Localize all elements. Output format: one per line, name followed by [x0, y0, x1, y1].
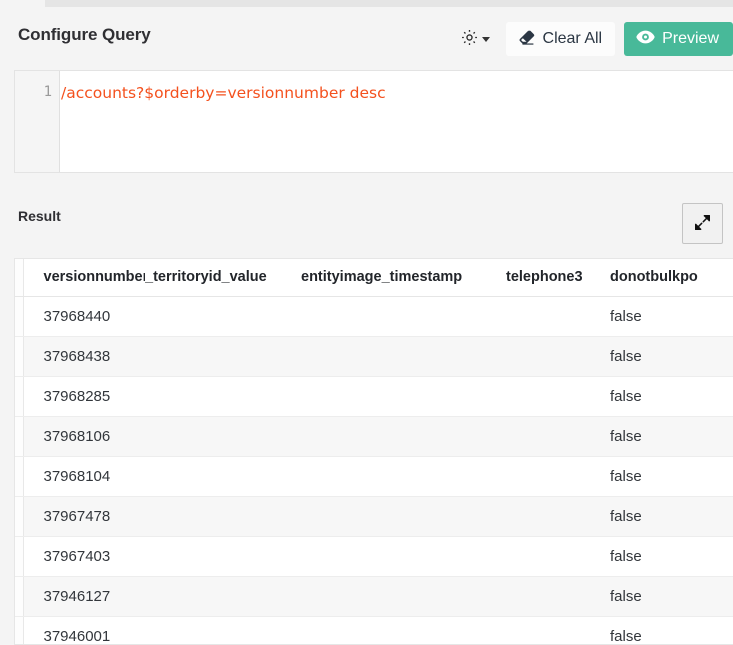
cell-donotbulkpostalmail: false: [610, 576, 733, 617]
page-title: Configure Query: [18, 25, 151, 44]
preview-label: Preview: [662, 30, 719, 47]
row-handle: [15, 336, 24, 377]
top-panel-edge: [45, 0, 733, 7]
results-table-body: 37968440 false 37968438 false 37968285 f…: [15, 296, 733, 644]
cell-donotbulkpostalmail: false: [610, 296, 733, 337]
cell-versionnumber: 37967403: [23, 536, 145, 577]
cell-versionnumber: 37946127: [23, 576, 145, 617]
cell-entityimage-timestamp: [301, 496, 506, 537]
cell-entityimage-timestamp: [301, 456, 506, 497]
cell-territoryid-value: [145, 496, 301, 537]
table-row[interactable]: 37968438 false: [15, 336, 733, 377]
cell-donotbulkpostalmail: false: [610, 496, 733, 537]
clear-all-label: Clear All: [542, 30, 603, 47]
cell-entityimage-timestamp: [301, 376, 506, 417]
cell-versionnumber: 37968106: [23, 416, 145, 457]
row-handle: [15, 296, 24, 337]
cell-donotbulkpostalmail: false: [610, 616, 733, 644]
query-designer-page: Configure Query Clear All Preview 1 /acc…: [0, 0, 733, 645]
table-row[interactable]: 37968285 false: [15, 376, 733, 417]
cell-telephone3: [506, 576, 610, 617]
cell-territoryid-value: [145, 616, 301, 644]
cell-entityimage-timestamp: [301, 536, 506, 577]
cell-donotbulkpostalmail: false: [610, 456, 733, 497]
column-header-versionnumber[interactable]: versionnumber: [23, 259, 145, 297]
results-table-head: versionnumber _territoryid_value entityi…: [15, 259, 733, 297]
query-input[interactable]: /accounts?$orderby=versionnumber desc: [61, 84, 386, 102]
expand-diagonal-icon: [693, 213, 712, 235]
clear-all-button[interactable]: Clear All: [505, 22, 616, 56]
cell-territoryid-value: [145, 336, 301, 377]
cell-versionnumber: 37968440: [23, 296, 145, 337]
cell-entityimage-timestamp: [301, 336, 506, 377]
settings-dropdown-button[interactable]: [454, 24, 496, 54]
results-table-container[interactable]: versionnumber _territoryid_value entityi…: [14, 258, 733, 645]
table-header-row: versionnumber _territoryid_value entityi…: [15, 259, 733, 297]
row-handle: [15, 576, 24, 617]
cell-donotbulkpostalmail: false: [610, 536, 733, 577]
table-row[interactable]: 37968106 false: [15, 416, 733, 457]
row-handle: [15, 376, 24, 417]
cell-territoryid-value: [145, 456, 301, 497]
table-row[interactable]: 37946001 false: [15, 616, 733, 644]
editor-line-number: 1: [43, 84, 52, 100]
eye-icon: [636, 29, 655, 50]
cell-versionnumber: 37968438: [23, 336, 145, 377]
configure-query-toolbar: Clear All Preview: [454, 20, 733, 58]
result-header: Result: [0, 203, 733, 248]
cell-telephone3: [506, 496, 610, 537]
row-handle: [15, 496, 24, 537]
cell-entityimage-timestamp: [301, 416, 506, 457]
cell-donotbulkpostalmail: false: [610, 376, 733, 417]
result-title: Result: [18, 208, 61, 224]
row-handle-header: [15, 259, 24, 297]
cell-versionnumber: 37967478: [23, 496, 145, 537]
table-row[interactable]: 37968440 false: [15, 296, 733, 337]
cell-versionnumber: 37968285: [23, 376, 145, 417]
table-row[interactable]: 37967403 false: [15, 536, 733, 577]
preview-button[interactable]: Preview: [624, 22, 733, 56]
cell-entityimage-timestamp: [301, 616, 506, 644]
eraser-icon: [517, 28, 536, 51]
cell-telephone3: [506, 616, 610, 644]
table-row[interactable]: 37968104 false: [15, 456, 733, 497]
cell-telephone3: [506, 456, 610, 497]
cell-entityimage-timestamp: [301, 576, 506, 617]
cell-territoryid-value: [145, 416, 301, 457]
column-header-entityimage-timestamp[interactable]: entityimage_timestamp: [301, 259, 506, 297]
cell-territoryid-value: [145, 576, 301, 617]
row-handle: [15, 616, 24, 644]
cell-territoryid-value: [145, 296, 301, 337]
cell-telephone3: [506, 536, 610, 577]
query-editor[interactable]: 1 /accounts?$orderby=versionnumber desc: [14, 70, 733, 173]
cell-telephone3: [506, 336, 610, 377]
cell-entityimage-timestamp: [301, 296, 506, 337]
gear-icon: [460, 28, 479, 50]
chevron-down-icon: [481, 36, 490, 42]
cell-telephone3: [506, 376, 610, 417]
cell-territoryid-value: [145, 376, 301, 417]
cell-telephone3: [506, 296, 610, 337]
cell-territoryid-value: [145, 536, 301, 577]
row-handle: [15, 416, 24, 457]
cell-versionnumber: 37968104: [23, 456, 145, 497]
configure-query-header: Configure Query Clear All Preview: [0, 20, 733, 60]
column-header-donotbulkpostalmail[interactable]: donotbulkpo: [610, 259, 733, 297]
row-handle: [15, 536, 24, 577]
table-row[interactable]: 37946127 false: [15, 576, 733, 617]
column-header-territoryid-value[interactable]: _territoryid_value: [145, 259, 301, 297]
table-row[interactable]: 37967478 false: [15, 496, 733, 537]
row-handle: [15, 456, 24, 497]
cell-versionnumber: 37946001: [23, 616, 145, 644]
column-header-telephone3[interactable]: telephone3: [506, 259, 610, 297]
editor-gutter: 1: [15, 71, 60, 172]
cell-donotbulkpostalmail: false: [610, 416, 733, 457]
cell-telephone3: [506, 416, 610, 457]
expand-results-button[interactable]: [682, 203, 723, 244]
results-table: versionnumber _territoryid_value entityi…: [15, 259, 733, 644]
cell-donotbulkpostalmail: false: [610, 336, 733, 377]
